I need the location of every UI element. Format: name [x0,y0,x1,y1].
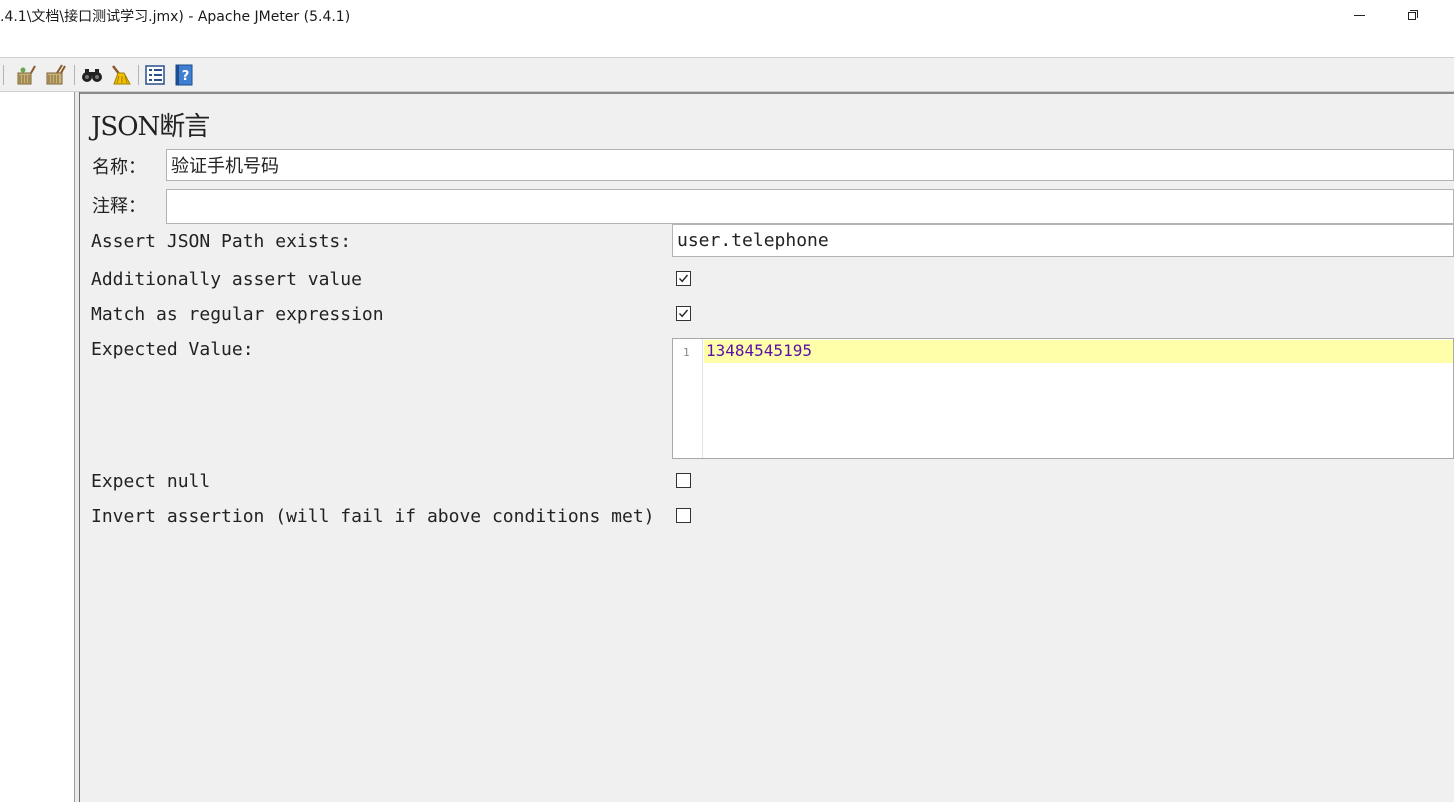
minimize-icon [1353,14,1365,16]
json-path-label: Assert JSON Path exists: [91,231,352,252]
expect-null-label: Expect null [91,471,211,492]
name-field[interactable]: 验证手机号码 [166,149,1454,181]
toolbar-separator [3,65,4,85]
svg-text:?: ? [182,69,190,84]
expect-null-checkbox[interactable] [676,473,691,488]
toolbar-separator [138,65,139,85]
broom-all-icon[interactable] [45,64,67,86]
invert-assertion-checkbox[interactable] [676,508,691,523]
clear-search-icon[interactable] [109,64,131,86]
json-path-value: user.telephone [677,230,829,251]
match-regex-checkbox[interactable] [676,306,691,321]
title-bar: .4.1\文档\接口测试学习.jmx) - Apache JMeter (5.4… [0,0,1454,58]
current-line-highlight [704,340,1453,363]
checkmark-icon [678,309,689,318]
function-helper-icon[interactable] [144,64,166,86]
additionally-assert-label: Additionally assert value [91,269,362,290]
match-regex-label: Match as regular expression [91,304,384,325]
invert-assertion-label: Invert assertion (will fail if above con… [91,506,655,527]
line-number: 1 [683,346,690,359]
expected-value-text: 13484545195 [706,341,812,360]
line-number-gutter: 1 [673,339,703,458]
expected-value-editor[interactable]: 1 13484545195 [672,338,1454,459]
broom-icon[interactable] [15,64,37,86]
json-assertion-panel: JSON断言 名称： 验证手机号码 注释： Assert JSON Path e… [80,92,1454,802]
test-plan-tree[interactable] [0,92,74,802]
restore-button[interactable] [1390,0,1436,30]
minimize-button[interactable] [1336,0,1382,30]
comment-label: 注释： [92,196,146,217]
toolbar: ? [0,58,1454,92]
name-value: 验证手机号码 [171,156,279,177]
expected-value-label: Expected Value: [91,339,254,360]
restore-icon [1408,10,1418,20]
binoculars-icon[interactable] [81,64,103,86]
json-path-input[interactable]: user.telephone [672,224,1454,257]
page-title: JSON断言 [91,112,210,142]
name-label: 名称： [92,157,146,178]
checkmark-icon [678,274,689,283]
additionally-assert-checkbox[interactable] [676,271,691,286]
toolbar-separator [74,65,75,85]
window-title: .4.1\文档\接口测试学习.jmx) - Apache JMeter (5.4… [0,9,351,25]
help-icon[interactable]: ? [173,64,195,86]
comment-field[interactable] [166,189,1454,224]
